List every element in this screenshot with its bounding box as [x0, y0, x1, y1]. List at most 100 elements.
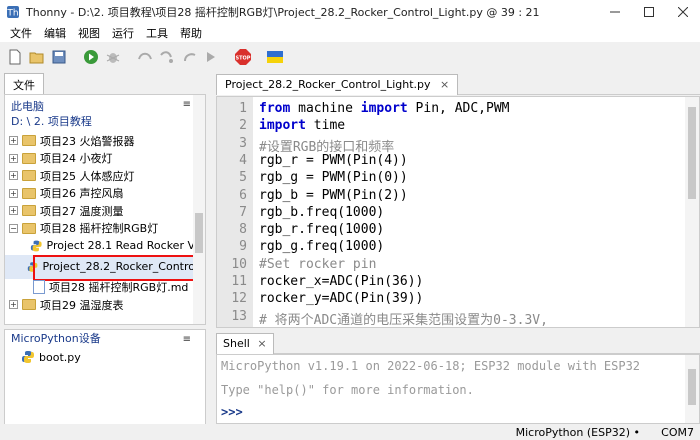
menu-help[interactable]: 帮助 — [174, 25, 208, 41]
expander-icon[interactable]: + — [9, 153, 18, 163]
thonny-window: Th Thonny - D:\2. 项目教程\项目28 摇杆控制RGB灯\Pro… — [0, 0, 700, 440]
line-number: 3 — [239, 135, 247, 151]
tree-item-label: 项目28 摇杆控制RGB灯 — [40, 222, 159, 236]
expander-icon[interactable]: + — [9, 171, 18, 181]
shell-prompt[interactable]: >>> — [221, 405, 243, 419]
editor-scrollbar[interactable] — [685, 97, 699, 327]
resume-button[interactable] — [202, 48, 220, 66]
files-scrollbar[interactable] — [193, 95, 205, 324]
tab-shell[interactable]: Shell × — [216, 333, 274, 354]
interpreter-status[interactable]: MicroPython (ESP32) • — [516, 426, 640, 439]
line-number: 9 — [239, 239, 247, 255]
menu-edit[interactable]: 编辑 — [38, 25, 72, 41]
tree-item[interactable]: − 项目28 摇杆控制RGB灯 — [5, 220, 195, 238]
open-file-button[interactable] — [28, 48, 46, 66]
code-line[interactable]: #设置RGB的接口和频率 — [259, 136, 394, 155]
menu-view[interactable]: 视图 — [72, 25, 106, 41]
code-line[interactable]: rocker_x=ADC(Pin(36)) — [259, 274, 423, 289]
run-button[interactable] — [82, 48, 100, 66]
tree-item[interactable]: + 项目27 温度测量 — [5, 202, 195, 220]
selection-highlight-box — [33, 254, 204, 281]
tree-item[interactable]: Project_28.2_Rocker_Contro — [5, 254, 204, 281]
code-token: rgb_g = PWM(Pin(0)) — [259, 170, 408, 186]
shell-console[interactable]: MicroPython v1.19.1 on 2022-06-18; ESP32… — [216, 354, 700, 424]
code-line[interactable]: rgb_g.freq(1000) — [259, 239, 384, 254]
expander-icon[interactable]: + — [9, 300, 18, 310]
minimize-button[interactable] — [598, 0, 632, 24]
code-token: rocker_x=ADC(Pin(36)) — [259, 274, 424, 289]
tree-item[interactable]: + 项目26 声控风扇 — [5, 185, 195, 203]
expander-icon[interactable]: + — [9, 206, 18, 216]
expander-icon[interactable]: + — [9, 136, 18, 146]
tab-close-icon[interactable]: × — [440, 78, 449, 91]
hamburger-menu-icon[interactable]: ≡ — [183, 99, 191, 110]
save-button[interactable] — [50, 48, 68, 66]
code-line[interactable]: rocker_y=ADC(Pin(39)) — [259, 291, 423, 306]
device-menu-icon[interactable]: ≡ — [183, 334, 191, 345]
location-path[interactable]: D: \ 2. 项目教程 — [5, 114, 205, 129]
code-line[interactable]: # 将两个ADC通道的电压采集范围设置为0-3.3V, — [259, 309, 548, 328]
code-line[interactable]: rgb_r.freq(1000) — [259, 222, 384, 237]
files-panel: 文件 此电脑 D: \ 2. 项目教程 ≡ + 项目23 火焰警报器 + 项目24 小… — [4, 73, 206, 325]
code-editor[interactable]: 1 2 3 4 5 6 7 8 9 10 11 12 13 from machine import Pi… — [216, 96, 700, 328]
new-file-button[interactable] — [6, 48, 24, 66]
tab-files[interactable]: 文件 — [4, 73, 44, 94]
device-file-item[interactable]: boot.py — [5, 348, 205, 366]
code-line[interactable]: rgb_b.freq(1000) — [259, 205, 384, 220]
files-browser: 此电脑 D: \ 2. 项目教程 ≡ + 项目23 火焰警报器 + 项目24 小夜灯 +… — [4, 95, 206, 325]
code-line[interactable]: rgb_r = PWM(Pin(4)) — [259, 153, 408, 168]
expander-icon[interactable]: − — [9, 223, 18, 233]
expander-icon[interactable]: + — [9, 188, 18, 198]
comment-token: # 将两个ADC通道的电压采集范围设置为0-3.3V, — [259, 312, 548, 328]
line-number-gutter: 1 2 3 4 5 6 7 8 9 10 11 12 13 — [217, 97, 253, 327]
folder-icon — [22, 170, 36, 182]
device-file-label: boot.py — [39, 350, 81, 364]
menu-file[interactable]: 文件 — [4, 25, 38, 41]
port-status[interactable]: COM7 — [661, 426, 694, 439]
status-bar: MicroPython (ESP32) • COM7 — [0, 424, 700, 440]
micropython-device-panel: MicroPython设备 ≡ boot.py — [4, 329, 206, 433]
line-number: 7 — [239, 204, 247, 220]
tree-item[interactable]: + 项目29 温湿度表 — [5, 296, 195, 314]
ukraine-flag-button[interactable] — [266, 48, 284, 66]
code-line[interactable]: #Set rocker pin — [259, 257, 376, 272]
maximize-button[interactable] — [632, 0, 666, 24]
code-line[interactable]: import time — [259, 118, 345, 133]
close-button[interactable] — [666, 0, 700, 24]
tree-item[interactable]: + 项目23 火焰警报器 — [5, 132, 195, 150]
tree-item[interactable]: + 项目25 人体感应灯 — [5, 167, 195, 185]
maximize-icon — [644, 7, 654, 17]
window-title: Thonny - D:\2. 项目教程\项目28 摇杆控制RGB灯\Projec… — [26, 6, 540, 19]
tree-item-label: Project 28.1 Read Rocker V — [46, 239, 195, 253]
editor-tab-active[interactable]: Project_28.2_Rocker_Control_Light.py × — [216, 74, 459, 95]
code-token: rgb_r = PWM(Pin(4)) — [259, 152, 408, 168]
step-over-button[interactable] — [136, 48, 154, 66]
folder-icon — [22, 135, 36, 147]
step-into-button[interactable] — [158, 48, 176, 66]
tree-item-label: 项目27 温度测量 — [40, 204, 124, 218]
shell-scrollbar[interactable] — [685, 355, 699, 423]
line-number: 12 — [231, 291, 247, 307]
menu-tools[interactable]: 工具 — [140, 25, 174, 41]
title-bar: Th Thonny - D:\2. 项目教程\项目28 摇杆控制RGB灯\Pro… — [0, 0, 700, 24]
tree-item[interactable]: Project 28.1 Read Rocker V — [5, 237, 195, 255]
code-token: machine — [290, 101, 361, 116]
device-panel-title: MicroPython设备 — [11, 332, 101, 345]
python-file-icon — [22, 351, 34, 363]
interpreter-label: MicroPython (ESP32) — [515, 426, 630, 439]
stop-button[interactable]: STOP — [234, 48, 252, 66]
tab-close-icon[interactable]: × — [257, 337, 266, 350]
menu-run[interactable]: 运行 — [106, 25, 140, 41]
location-title[interactable]: 此电脑 — [5, 99, 205, 114]
thonny-logo-icon: Th — [6, 6, 19, 19]
tree-item[interactable]: 项目28 摇杆控制RGB灯.md — [5, 279, 195, 297]
line-number: 11 — [231, 274, 247, 289]
code-line[interactable]: rgb_g = PWM(Pin(0)) — [259, 170, 408, 185]
shell-tab-label: Shell — [223, 337, 250, 350]
step-out-icon — [184, 53, 196, 62]
debug-button[interactable] — [104, 48, 122, 66]
code-line[interactable]: from machine import Pin, ADC,PWM — [259, 101, 509, 116]
step-out-button[interactable] — [180, 48, 198, 66]
tree-item[interactable]: + 项目24 小夜灯 — [5, 150, 195, 168]
code-line[interactable]: rgb_b = PWM(Pin(2)) — [259, 188, 408, 203]
